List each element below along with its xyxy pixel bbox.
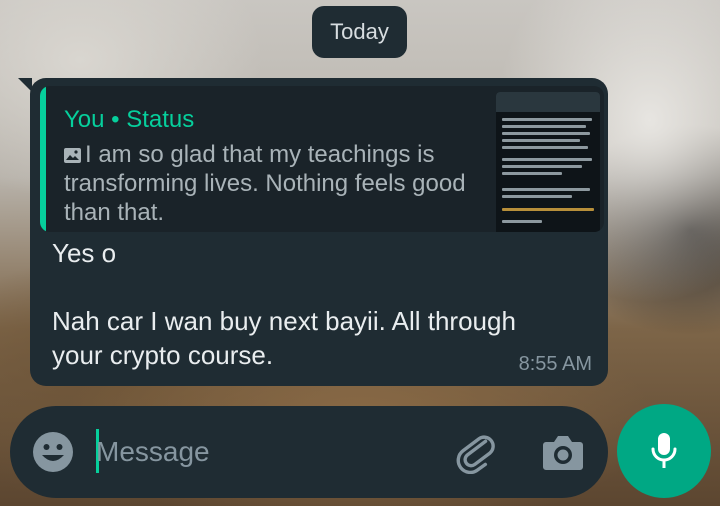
thumbnail-line <box>502 172 562 175</box>
quote-text: I am so glad that my teachings is transf… <box>64 141 466 226</box>
message-bubble[interactable]: You • Status I am so glad that my teachi… <box>18 78 608 386</box>
message-input[interactable] <box>96 429 416 475</box>
thumbnail-line <box>502 158 592 161</box>
quote-text-wrapper: I am so glad that my teachings is transf… <box>64 140 484 227</box>
thumbnail-header <box>496 92 600 112</box>
quoted-status-reply[interactable]: You • Status I am so glad that my teachi… <box>40 86 604 232</box>
thumbnail-line <box>502 125 586 128</box>
thumbnail-line <box>502 146 588 149</box>
thumbnail-line <box>502 132 590 135</box>
camera-icon[interactable] <box>542 432 584 472</box>
thumbnail-line <box>502 195 572 198</box>
date-divider: Today <box>312 6 407 58</box>
thumbnail-line <box>502 188 590 191</box>
thumbnail-line <box>502 118 592 121</box>
thumbnail-line <box>502 208 594 211</box>
message-composer <box>10 406 608 498</box>
quote-author: You • Status <box>64 106 195 133</box>
status-thumbnail[interactable] <box>496 92 600 232</box>
thumbnail-line <box>502 220 542 223</box>
mic-icon <box>651 433 677 468</box>
thumbnail-line <box>502 165 582 168</box>
message-text: Yes o Nah car I wan buy next bayii. All … <box>52 238 516 370</box>
message-timestamp: 8:55 AM <box>518 353 592 375</box>
thumbnail-line <box>502 139 580 142</box>
paperclip-icon[interactable] <box>454 430 498 474</box>
voice-record-button[interactable] <box>617 404 711 498</box>
photo-icon <box>64 148 81 163</box>
emoji-icon[interactable] <box>32 431 74 473</box>
quote-accent-bar <box>40 86 46 232</box>
